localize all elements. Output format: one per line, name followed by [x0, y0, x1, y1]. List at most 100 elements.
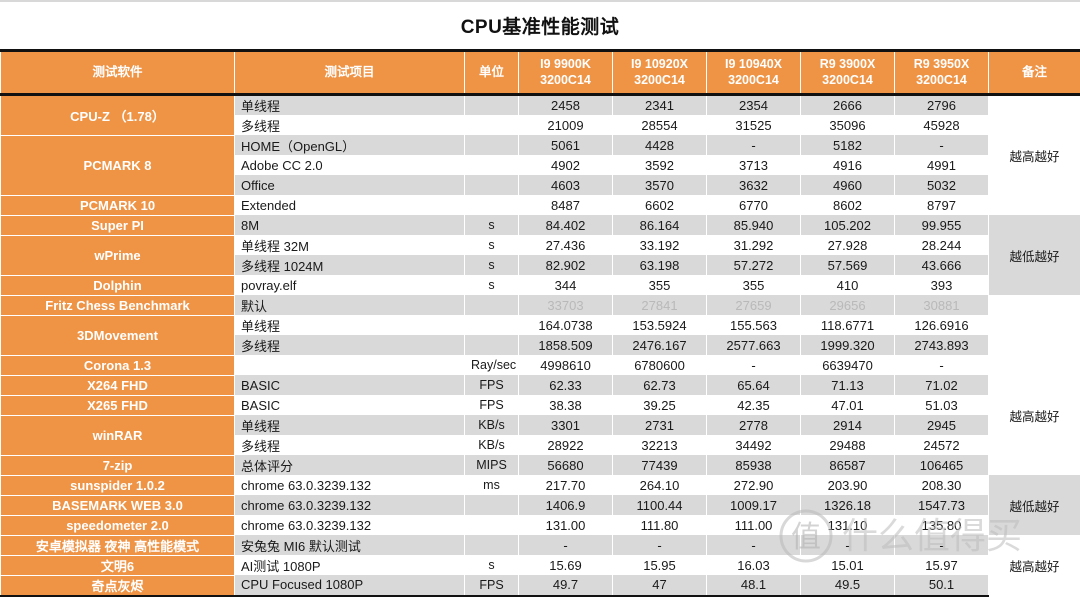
unit-cell — [465, 535, 519, 555]
cpu-2-mem: 3200C14 — [619, 73, 700, 89]
col-header-cpu-3: I9 10940X 3200C14 — [707, 51, 801, 95]
note-cell — [989, 295, 1080, 355]
value-cell: 2354 — [707, 95, 801, 116]
software-label: BASEMARK WEB 3.0 — [52, 498, 183, 513]
value-cell: 355 — [707, 275, 801, 295]
note-cell: 越低越好 — [989, 475, 1080, 535]
value-cell: 2476.167 — [613, 335, 707, 355]
value-cell: 2778 — [707, 415, 801, 435]
software-label: X264 FHD — [87, 378, 148, 393]
value-cell: 393 — [895, 275, 989, 295]
cpu-5-name: R9 3950X — [914, 57, 970, 71]
value-cell: 62.73 — [613, 375, 707, 395]
value-cell: 355 — [613, 275, 707, 295]
software-name-cell: sunspider 1.0.2 — [1, 475, 235, 495]
value-cell: 4916 — [801, 155, 895, 175]
software-label: speedometer 2.0 — [66, 518, 169, 533]
table-row: winRAR单线程KB/s33012731277829142945 — [1, 415, 1080, 435]
unit-cell — [465, 315, 519, 335]
value-cell: 6602 — [613, 195, 707, 215]
value-cell: 111.80 — [613, 515, 707, 535]
test-item-cell: chrome 63.0.3239.132 — [235, 475, 465, 495]
software-name-cell: PCMARK 10 — [1, 195, 235, 215]
value-cell: 272.90 — [707, 475, 801, 495]
value-cell: 4960 — [801, 175, 895, 195]
software-name-cell: PCMARK 8 — [1, 135, 235, 195]
unit-cell — [465, 115, 519, 135]
value-cell: 111.00 — [707, 515, 801, 535]
software-name-cell: 安卓模拟器 夜神 高性能模式 — [1, 535, 235, 555]
value-cell: 33703 — [519, 295, 613, 315]
software-name-cell: 7-zip — [1, 455, 235, 475]
value-cell: 24572 — [895, 435, 989, 455]
unit-cell: FPS — [465, 375, 519, 395]
test-item-cell: chrome 63.0.3239.132 — [235, 495, 465, 515]
unit-cell: ms — [465, 475, 519, 495]
value-cell: 47.01 — [801, 395, 895, 415]
col-header-cpu-4: R9 3900X3200C14 — [801, 51, 895, 95]
value-cell: 50.1 — [895, 575, 989, 596]
test-item-cell: 单线程 — [235, 415, 465, 435]
cpu-3-name: I9 10940X — [725, 57, 782, 71]
test-item-cell: 单线程 — [235, 95, 465, 116]
test-item-cell: 默认 — [235, 295, 465, 315]
note-cell: 越低越好 — [989, 215, 1080, 295]
table-row: 安卓模拟器 夜神 高性能模式安兔兔 MI6 默认测试-----越高越好 — [1, 535, 1080, 555]
value-cell: 47 — [613, 575, 707, 596]
value-cell: 3713 — [707, 155, 801, 175]
value-cell: 344 — [519, 275, 613, 295]
note-cell: 越高越好 — [989, 355, 1080, 475]
value-cell: 2577.663 — [707, 335, 801, 355]
value-cell: 57.569 — [801, 255, 895, 275]
test-item-cell: povray.elf — [235, 275, 465, 295]
value-cell: 4998610 — [519, 355, 613, 375]
software-label: sunspider 1.0.2 — [70, 478, 165, 493]
test-item-cell: Office — [235, 175, 465, 195]
value-cell: 85938 — [707, 455, 801, 475]
col-header-item: 测试项目 — [235, 51, 465, 95]
software-label: Fritz Chess Benchmark — [45, 298, 190, 313]
table-body: CPU-Z （1.78）单线程24582341235426662796越高越好多… — [1, 95, 1080, 596]
unit-cell — [465, 295, 519, 315]
table-row: sunspider 1.0.2chrome 63.0.3239.132ms217… — [1, 475, 1080, 495]
cpu-3-mem: 3200C14 — [713, 73, 794, 89]
software-label: PCMARK 8 — [84, 158, 152, 173]
value-cell: 118.6771 — [801, 315, 895, 335]
test-item-cell: BASIC — [235, 395, 465, 415]
software-label: 文明6 — [101, 559, 134, 574]
cpu-1-mem: 3200C14 — [525, 73, 606, 89]
test-item-cell: Adobe CC 2.0 — [235, 155, 465, 175]
value-cell: 57.272 — [707, 255, 801, 275]
table-row: 奇点灰烬CPU Focused 1080PFPS49.74748.149.550… — [1, 575, 1080, 596]
software-name-cell: BASEMARK WEB 3.0 — [1, 495, 235, 515]
value-cell: 45928 — [895, 115, 989, 135]
value-cell: 5061 — [519, 135, 613, 155]
col-header-software: 测试软件 — [1, 51, 235, 95]
value-cell: 29656 — [801, 295, 895, 315]
value-cell: 31525 — [707, 115, 801, 135]
value-cell: 1009.17 — [707, 495, 801, 515]
value-cell: 8797 — [895, 195, 989, 215]
software-label: CPU-Z — [70, 109, 110, 124]
cpu-4-mem: 3200C14 — [807, 73, 888, 89]
software-name-cell: winRAR — [1, 415, 235, 455]
page-title: CPU基准性能测试 — [461, 12, 620, 39]
col-header-unit: 单位 — [465, 51, 519, 95]
value-cell: 1326.18 — [801, 495, 895, 515]
value-cell: 3301 — [519, 415, 613, 435]
value-cell: 51.03 — [895, 395, 989, 415]
table-row: Dolphinpovray.elfs344355355410393 — [1, 275, 1080, 295]
test-item-cell: 多线程 1024M — [235, 255, 465, 275]
value-cell: 86.164 — [613, 215, 707, 235]
value-cell: 1999.320 — [801, 335, 895, 355]
software-label: X265 FHD — [87, 398, 148, 413]
value-cell: 131.10 — [801, 515, 895, 535]
value-cell: 15.95 — [613, 555, 707, 575]
value-cell: 1100.44 — [613, 495, 707, 515]
header-row: 测试软件 测试项目 单位 I9 9900K3200C14 I9 10920X32… — [1, 51, 1080, 95]
value-cell: 71.02 — [895, 375, 989, 395]
value-cell: 2945 — [895, 415, 989, 435]
value-cell: 16.03 — [707, 555, 801, 575]
note-cell: 越高越好 — [989, 95, 1080, 216]
test-item-cell: 单线程 — [235, 315, 465, 335]
